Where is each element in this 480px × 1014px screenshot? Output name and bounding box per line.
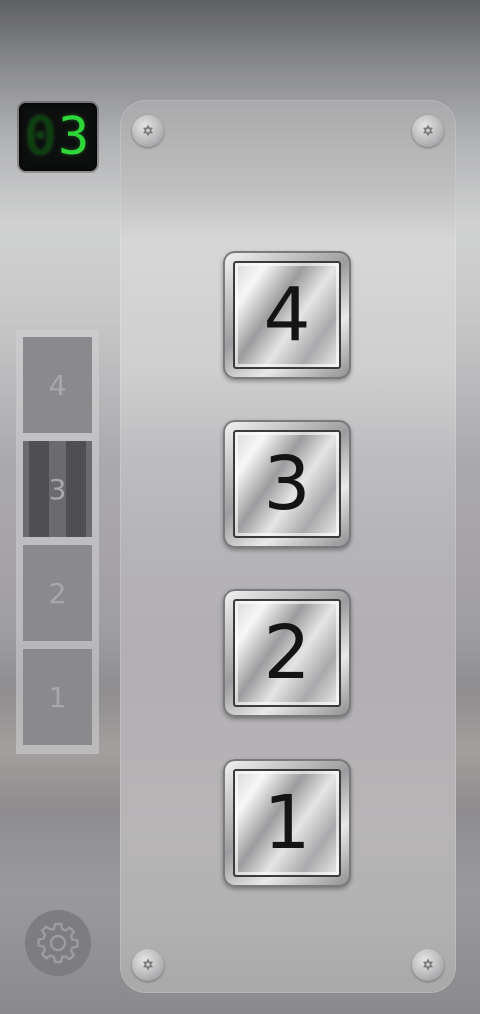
floor-display: 03	[19, 103, 97, 171]
screw-icon	[412, 115, 444, 147]
display-ghost-digit: 0	[24, 107, 58, 167]
floor-button-face: 1	[233, 769, 341, 877]
floor-button-face: 3	[233, 430, 341, 538]
screw-icon	[412, 949, 444, 981]
shaft-floor-3: 3	[23, 441, 92, 537]
floor-button-label: 4	[263, 272, 311, 358]
gear-icon	[37, 922, 79, 964]
floor-button-label: 1	[263, 780, 311, 866]
shaft-floor-4: 4	[23, 337, 92, 433]
floor-button-face: 2	[233, 599, 341, 707]
shaft-indicator: 4 3 2 1	[16, 330, 99, 754]
shaft-floor-2: 2	[23, 545, 92, 641]
shaft-floor-label: 3	[48, 472, 67, 506]
elevator-car-door-left	[29, 441, 49, 537]
shaft-floor-label: 4	[48, 368, 67, 402]
floor-button-1[interactable]: 1	[223, 759, 351, 887]
shaft-floor-1: 1	[23, 649, 92, 745]
settings-button[interactable]	[25, 910, 91, 976]
floor-button-label: 3	[263, 441, 311, 527]
screw-icon	[132, 115, 164, 147]
elevator-button-panel: 4 3 2 1	[120, 100, 456, 993]
elevator-car-door-right	[66, 441, 86, 537]
floor-button-face: 4	[233, 261, 341, 369]
shaft-floor-label: 2	[48, 576, 67, 610]
screw-icon	[132, 949, 164, 981]
shaft-floor-label: 1	[48, 680, 67, 714]
floor-button-2[interactable]: 2	[223, 589, 351, 717]
display-current-floor: 3	[58, 107, 92, 167]
floor-button-4[interactable]: 4	[223, 251, 351, 379]
floor-button-3[interactable]: 3	[223, 420, 351, 548]
floor-button-label: 2	[263, 610, 311, 696]
